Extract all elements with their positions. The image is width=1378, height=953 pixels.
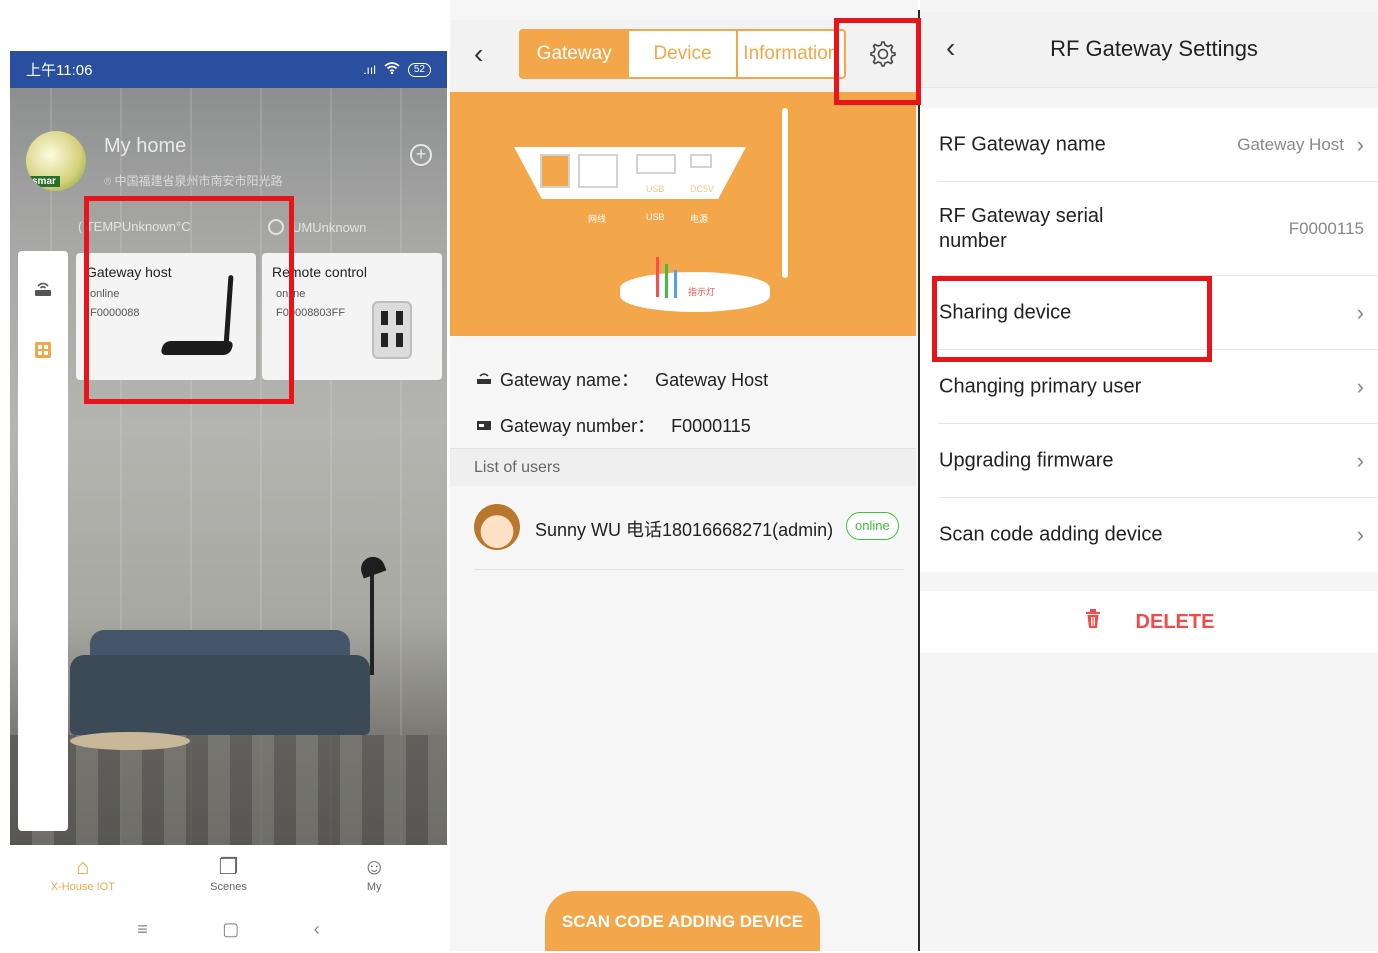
setting-row-scan-code-adding-device[interactable]: Scan code adding device › xyxy=(938,498,1378,572)
port-label: DC5V xyxy=(690,184,715,194)
user-icon: ☺ xyxy=(362,854,386,879)
bottom-tab-bar: ⌂ X-House IOT ❐ Scenes ☺ My xyxy=(10,845,447,907)
delete-label: DELETE xyxy=(1135,610,1215,633)
home-nav-icon[interactable]: ▢ xyxy=(222,919,239,940)
port-label: 电源 xyxy=(690,214,709,224)
users-list-header: List of users xyxy=(450,448,916,486)
remote-control-image xyxy=(372,301,412,359)
port-illustration xyxy=(690,154,712,168)
system-nav-bar: ≡ ▢ ‹ xyxy=(10,907,447,951)
gateway-name-value: Gateway Host xyxy=(655,370,769,390)
setting-value: F0000115 xyxy=(1288,218,1364,238)
tab-x-house-iot[interactable]: ⌂ X-House IOT xyxy=(10,845,156,907)
tab-scenes[interactable]: ❐ Scenes xyxy=(156,845,302,907)
scan-code-adding-device-button[interactable]: SCAN CODE ADDING DEVICE xyxy=(545,891,820,951)
chevron-right-icon: › xyxy=(1356,299,1364,325)
tab-label: X-House IOT xyxy=(50,881,115,893)
home-address: ⌾ 中国福建省泉州市南安市阳光路 xyxy=(104,172,283,189)
tab-label: My xyxy=(366,881,382,893)
user-name: Sunny WU 电话18016668271(admin) xyxy=(535,520,834,540)
gateway-number-value: F0000115 xyxy=(671,416,751,436)
tab-information[interactable]: Information xyxy=(738,31,844,77)
delete-button[interactable]: DELETE xyxy=(920,591,1378,653)
humidity-value: UMUnknown xyxy=(292,220,367,235)
gateway-number-row: Gateway number： F0000115 xyxy=(476,412,751,438)
home-icon: ⌂ xyxy=(76,854,90,879)
signal-icon: .ııl xyxy=(363,62,376,77)
page-title: RF Gateway Settings xyxy=(1050,36,1258,61)
led-indicator xyxy=(665,264,668,298)
tab-gateway[interactable]: Gateway xyxy=(521,31,630,77)
chevron-right-icon: › xyxy=(1356,131,1364,157)
menu-nav-icon[interactable]: ≡ xyxy=(137,919,148,940)
setting-label: RF Gateway serial number xyxy=(939,204,1104,252)
status-icons: .ııl 52 xyxy=(363,62,431,77)
battery-icon: 52 xyxy=(407,62,431,77)
gateway-router-icon[interactable] xyxy=(31,277,55,301)
setting-row-rf-gateway-serial: RF Gateway serial number F0000115 xyxy=(938,182,1378,276)
segment-tabs: Gateway Device Information xyxy=(519,29,846,79)
setting-value: Gateway Host xyxy=(1237,134,1344,154)
wifi-icon xyxy=(384,62,400,77)
port-illustration xyxy=(636,154,676,174)
location-pin-icon: ⌾ xyxy=(104,174,115,188)
setting-label: Changing primary user xyxy=(939,375,1142,397)
chevron-right-icon: › xyxy=(1356,373,1364,399)
gateway-number-label: Gateway number： xyxy=(500,416,656,436)
highlight-box-sharing-device xyxy=(932,276,1212,362)
tab-label: Scenes xyxy=(210,881,247,893)
router-icon xyxy=(476,370,494,389)
port-label: USB xyxy=(646,184,665,194)
user-list-item[interactable]: Sunny WU 电话18016668271(admin) online xyxy=(474,486,904,570)
gateway-detail-screen: ‹ Gateway Device Information 网线 USB 电源 U… xyxy=(450,0,918,951)
led-indicator xyxy=(674,270,677,298)
header: ‹ RF Gateway Settings xyxy=(920,12,1378,88)
chevron-right-icon: › xyxy=(1356,522,1364,547)
avatar-logo-text: smar xyxy=(28,176,60,187)
home-address-text: 中国福建省泉州市南安市阳光路 xyxy=(114,174,283,188)
gateway-name-label: Gateway name： xyxy=(500,370,640,390)
router-antenna-image xyxy=(782,108,788,278)
user-avatar xyxy=(474,504,520,550)
add-device-button[interactable]: + xyxy=(410,144,432,166)
setting-label: Scan code adding device xyxy=(939,523,1163,546)
chevron-right-icon: › xyxy=(1356,447,1364,473)
back-nav-icon[interactable]: ‹ xyxy=(314,919,320,940)
port-illustration xyxy=(540,154,570,188)
setting-row-rf-gateway-name[interactable]: RF Gateway name Gateway Host › xyxy=(938,108,1378,182)
setting-row-upgrading-firmware[interactable]: Upgrading firmware › xyxy=(938,424,1378,498)
back-chevron-icon[interactable]: ‹ xyxy=(474,38,483,70)
port-label: 网线 xyxy=(588,214,607,224)
setting-label: RF Gateway name xyxy=(939,133,1106,155)
rf-gateway-settings-screen: ‹ RF Gateway Settings RF Gateway name Ga… xyxy=(920,0,1378,951)
home-screen: 上午11:06 .ııl 52 smar My home ⌾ 中国福建省泉州市南… xyxy=(0,0,455,951)
gateway-hero-image: 网线 USB 电源 USB DC5V 指示灯 xyxy=(450,92,916,336)
gateway-info: Gateway name： Gateway Host Gateway number… xyxy=(450,336,916,446)
scenes-icon: ❐ xyxy=(218,854,239,879)
led-indicator xyxy=(656,257,659,297)
trash-icon xyxy=(1084,609,1102,635)
highlight-box-gateway-card xyxy=(84,196,294,404)
device-grid-icon[interactable] xyxy=(31,339,55,363)
gateway-name-row: Gateway name： Gateway Host xyxy=(476,366,768,392)
online-status-badge: online xyxy=(846,512,899,540)
side-menu xyxy=(18,251,68,831)
indicator-label: 指示灯 xyxy=(688,287,716,297)
highlight-box-settings-gear xyxy=(834,18,921,105)
card-icon xyxy=(476,418,494,435)
setting-label: Upgrading firmware xyxy=(939,449,1114,471)
tab-my[interactable]: ☺ My xyxy=(301,845,447,907)
status-bar: 上午11:06 .ııl 52 xyxy=(10,51,447,88)
port-illustration xyxy=(578,154,618,188)
home-avatar[interactable]: smar xyxy=(26,131,86,191)
status-time: 上午11:06 xyxy=(26,62,93,79)
tab-device[interactable]: Device xyxy=(629,31,738,77)
home-title[interactable]: My home xyxy=(104,135,186,158)
port-label: USB xyxy=(646,212,665,222)
